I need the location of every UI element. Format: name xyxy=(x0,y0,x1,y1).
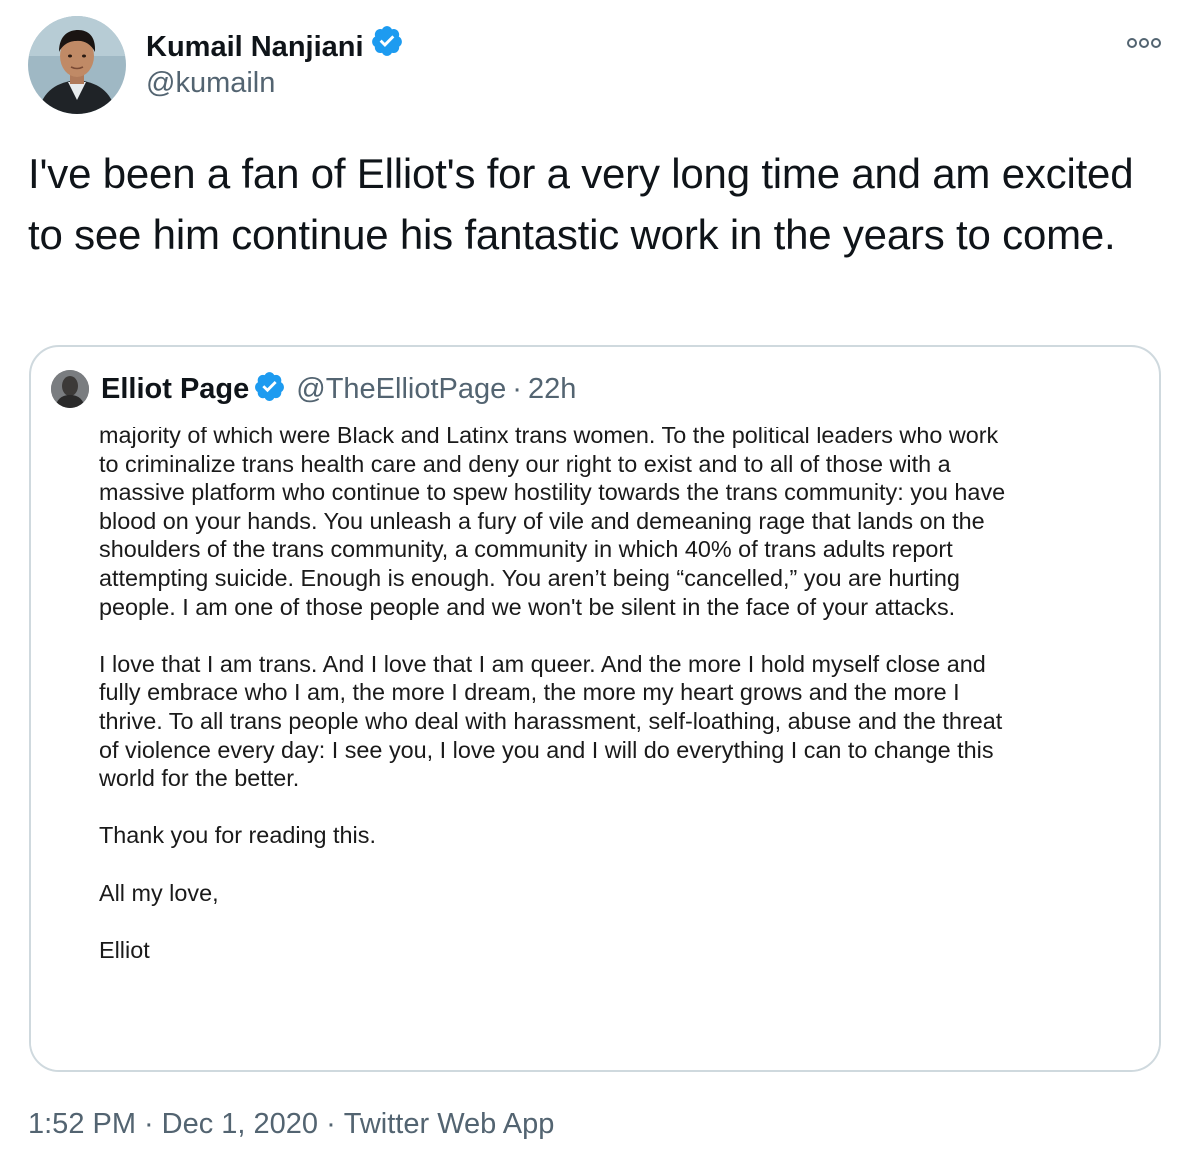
letter-paragraph: Thank you for reading this. xyxy=(99,821,1089,850)
quoted-tweet-card[interactable]: Elliot Page @TheElliotPage · 22h majorit… xyxy=(29,345,1161,1072)
quoted-timestamp: 22h xyxy=(527,372,577,405)
tweet-text: I've been a fan of Elliot's for a very l… xyxy=(28,150,1134,258)
tweet-date[interactable]: Dec 1, 2020 xyxy=(162,1108,318,1140)
letter-line: All my love, xyxy=(99,879,219,906)
letter-line: Elliot xyxy=(99,936,150,963)
more-options-icon xyxy=(1127,38,1161,48)
verified-badge-icon xyxy=(370,24,404,69)
letter-line: people. I am one of those people and we … xyxy=(99,593,956,620)
quoted-author-name: Elliot Page xyxy=(101,372,250,405)
author-handle[interactable]: @kumailn xyxy=(146,63,275,103)
letter-line: blood on your hands. You unleash a fury … xyxy=(99,507,985,534)
letter-text: majority of which were Black and Latinx … xyxy=(99,427,1089,993)
more-options-button[interactable] xyxy=(1124,30,1164,56)
author-name[interactable]: Kumail Nanjiani xyxy=(146,27,364,67)
tweet-footer: 1:52 PM · Dec 1, 2020 · Twitter Web App xyxy=(28,1102,554,1146)
letter-line: fully embrace who I am, the more I dream… xyxy=(99,679,960,706)
verified-badge-icon xyxy=(253,370,286,408)
tweet-source[interactable]: Twitter Web App xyxy=(344,1108,555,1140)
author-avatar-image xyxy=(28,16,126,114)
quoted-separator: · xyxy=(512,372,522,405)
author-avatar[interactable] xyxy=(28,16,126,114)
letter-paragraph: All my love, xyxy=(99,879,1089,908)
footer-separator: · xyxy=(144,1108,154,1140)
letter-paragraph: majority of which were Black and Latinx … xyxy=(99,427,1089,621)
tweet-time[interactable]: 1:52 PM xyxy=(28,1108,136,1140)
quoted-tweet-header: Elliot Page @TheElliotPage · 22h xyxy=(51,367,576,411)
quoted-author-handle: @TheElliotPage xyxy=(296,372,507,405)
quoted-author-avatar xyxy=(51,370,89,408)
letter-line: shoulders of the trans community, a comm… xyxy=(99,536,953,563)
letter-line: Thank you for reading this. xyxy=(99,822,376,849)
quoted-letter-image[interactable]: majority of which were Black and Latinx … xyxy=(31,427,1159,1070)
letter-paragraph: Elliot xyxy=(99,936,1089,965)
letter-line: of violence every day: I see you, I love… xyxy=(99,736,994,763)
footer-separator: · xyxy=(326,1108,336,1140)
letter-line: thrive. To all trans people who deal wit… xyxy=(99,707,1003,734)
letter-line: attempting suicide. Enough is enough. Yo… xyxy=(99,564,960,591)
letter-line: majority of which were Black and Latinx … xyxy=(99,427,999,448)
letter-line: I love that I am trans. And I love that … xyxy=(99,650,986,677)
letter-line: to criminalize trans health care and den… xyxy=(99,450,951,477)
letter-paragraph: I love that I am trans. And I love that … xyxy=(99,650,1089,793)
letter-line: world for the better. xyxy=(99,765,300,792)
letter-line: massive platform who continue to spew ho… xyxy=(99,479,1006,506)
